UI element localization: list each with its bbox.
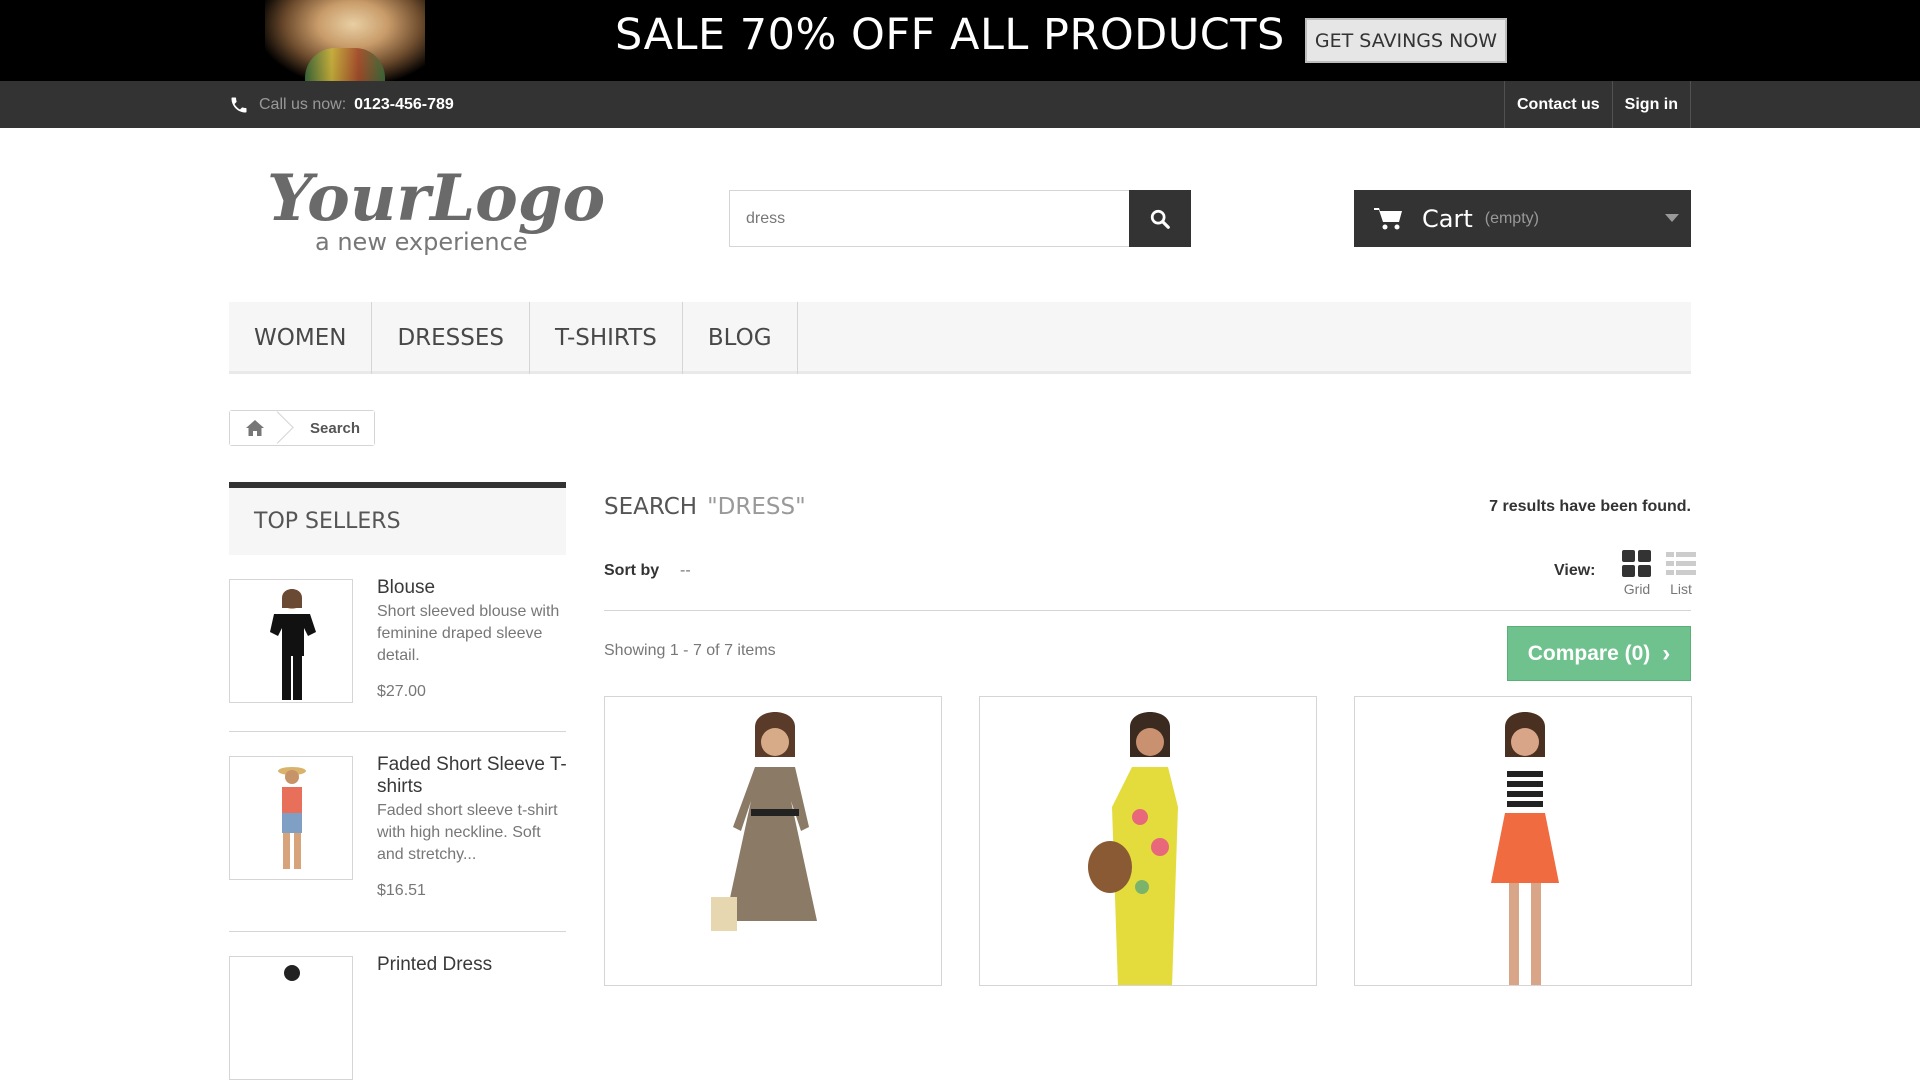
product-description: Short sleeved blouse with feminine drape… bbox=[377, 603, 560, 664]
breadcrumb-current: Search bbox=[280, 411, 375, 445]
menu-item-blog[interactable]: BLOG bbox=[683, 302, 798, 374]
home-icon bbox=[246, 420, 264, 436]
top-sellers-title: TOP SELLERS bbox=[229, 482, 566, 555]
product-thumbnail[interactable] bbox=[229, 579, 353, 703]
phone-icon bbox=[231, 97, 247, 113]
search-input[interactable] bbox=[729, 190, 1129, 247]
main-menu: WOMEN DRESSES T-SHIRTS BLOG bbox=[229, 302, 1691, 374]
product-price: $27.00 bbox=[377, 683, 426, 700]
product-image[interactable] bbox=[1355, 697, 1692, 986]
cart-label: Cart bbox=[1422, 204, 1473, 233]
cart-status: (empty) bbox=[1484, 209, 1539, 227]
product-description: Faded short sleeve t-shirt with high nec… bbox=[377, 802, 558, 863]
top-sellers-block: TOP SELLERS Blouse Short sleeved blouse … bbox=[229, 482, 567, 1080]
grid-icon bbox=[1622, 550, 1651, 577]
list-icon bbox=[1666, 552, 1696, 575]
chevron-down-icon[interactable] bbox=[1665, 214, 1679, 222]
phone-number: 0123-456-789 bbox=[354, 96, 454, 113]
top-links: Contact us Sign in bbox=[1504, 81, 1691, 128]
list-item: Printed Dress bbox=[229, 932, 567, 1080]
product-name[interactable]: Faded Short Sleeve T-shirts bbox=[377, 754, 567, 798]
logo-main-text: YourLogo bbox=[267, 161, 605, 236]
menu-item-dresses[interactable]: DRESSES bbox=[372, 302, 530, 374]
page-title: SEARCH "DRESS" bbox=[604, 494, 806, 520]
menu-item-women[interactable]: WOMEN bbox=[229, 302, 373, 374]
sort-label: Sort by bbox=[604, 562, 660, 579]
page-title-label: SEARCH bbox=[604, 494, 698, 520]
list-item: Blouse Short sleeved blouse with feminin… bbox=[229, 555, 566, 732]
results-count: 7 results have been found. bbox=[1489, 498, 1691, 515]
top-bar: Call us now: 0123-456-789 Contact us Sig… bbox=[0, 81, 1920, 128]
view-list-label: List bbox=[1670, 581, 1692, 597]
search-form bbox=[729, 190, 1191, 247]
showing-count: Showing 1 - 7 of 7 items bbox=[604, 642, 776, 659]
product-thumbnail[interactable] bbox=[229, 756, 353, 880]
product-thumbnail[interactable] bbox=[229, 956, 353, 1080]
call-label: Call us now: bbox=[259, 96, 347, 113]
sort-select[interactable]: -- bbox=[680, 562, 691, 580]
promo-banner[interactable]: SALE 70% OFF ALL PRODUCTS GET SAVINGS NO… bbox=[0, 0, 1920, 81]
logo-tagline: a new experience bbox=[315, 228, 528, 256]
view-label: View: bbox=[1554, 562, 1596, 579]
view-grid-label: Grid bbox=[1623, 581, 1651, 597]
product-name[interactable]: Printed Dress bbox=[377, 954, 567, 976]
product-image[interactable] bbox=[980, 697, 1317, 986]
phone-info: Call us now: 0123-456-789 bbox=[229, 95, 454, 115]
cart-button[interactable]: Cart (empty) bbox=[1354, 190, 1691, 247]
view-grid-button[interactable]: Grid bbox=[1617, 550, 1657, 597]
product-card[interactable] bbox=[979, 696, 1317, 986]
product-image[interactable] bbox=[605, 697, 942, 986]
banner-text: SALE 70% OFF ALL PRODUCTS bbox=[615, 10, 1285, 60]
store-logo[interactable]: YourLogo a new experience bbox=[263, 158, 613, 258]
product-name[interactable]: Blouse bbox=[377, 577, 567, 599]
compare-button[interactable]: Compare (0) › bbox=[1507, 626, 1691, 681]
product-price: $16.51 bbox=[377, 882, 426, 899]
search-icon bbox=[1150, 209, 1170, 229]
search-button[interactable] bbox=[1129, 190, 1191, 247]
product-card[interactable] bbox=[604, 696, 942, 986]
sign-in-link[interactable]: Sign in bbox=[1611, 81, 1691, 128]
search-query: "DRESS" bbox=[707, 494, 806, 520]
banner-model-image bbox=[265, 0, 425, 81]
compare-label: Compare (0) bbox=[1527, 641, 1651, 665]
breadcrumb-home[interactable] bbox=[230, 411, 280, 445]
list-item: Faded Short Sleeve T-shirts Faded short … bbox=[229, 732, 567, 932]
menu-item-tshirts[interactable]: T-SHIRTS bbox=[530, 302, 683, 374]
contact-us-link[interactable]: Contact us bbox=[1504, 81, 1612, 128]
chevron-right-icon: › bbox=[1662, 639, 1671, 667]
view-list-button[interactable]: List bbox=[1661, 550, 1701, 597]
product-card[interactable] bbox=[1354, 696, 1692, 986]
sort-bar: Sort by -- View: Grid List bbox=[604, 550, 1696, 611]
cart-icon bbox=[1374, 207, 1402, 229]
get-savings-button[interactable]: GET SAVINGS NOW bbox=[1305, 18, 1507, 63]
breadcrumb: Search bbox=[229, 410, 376, 446]
